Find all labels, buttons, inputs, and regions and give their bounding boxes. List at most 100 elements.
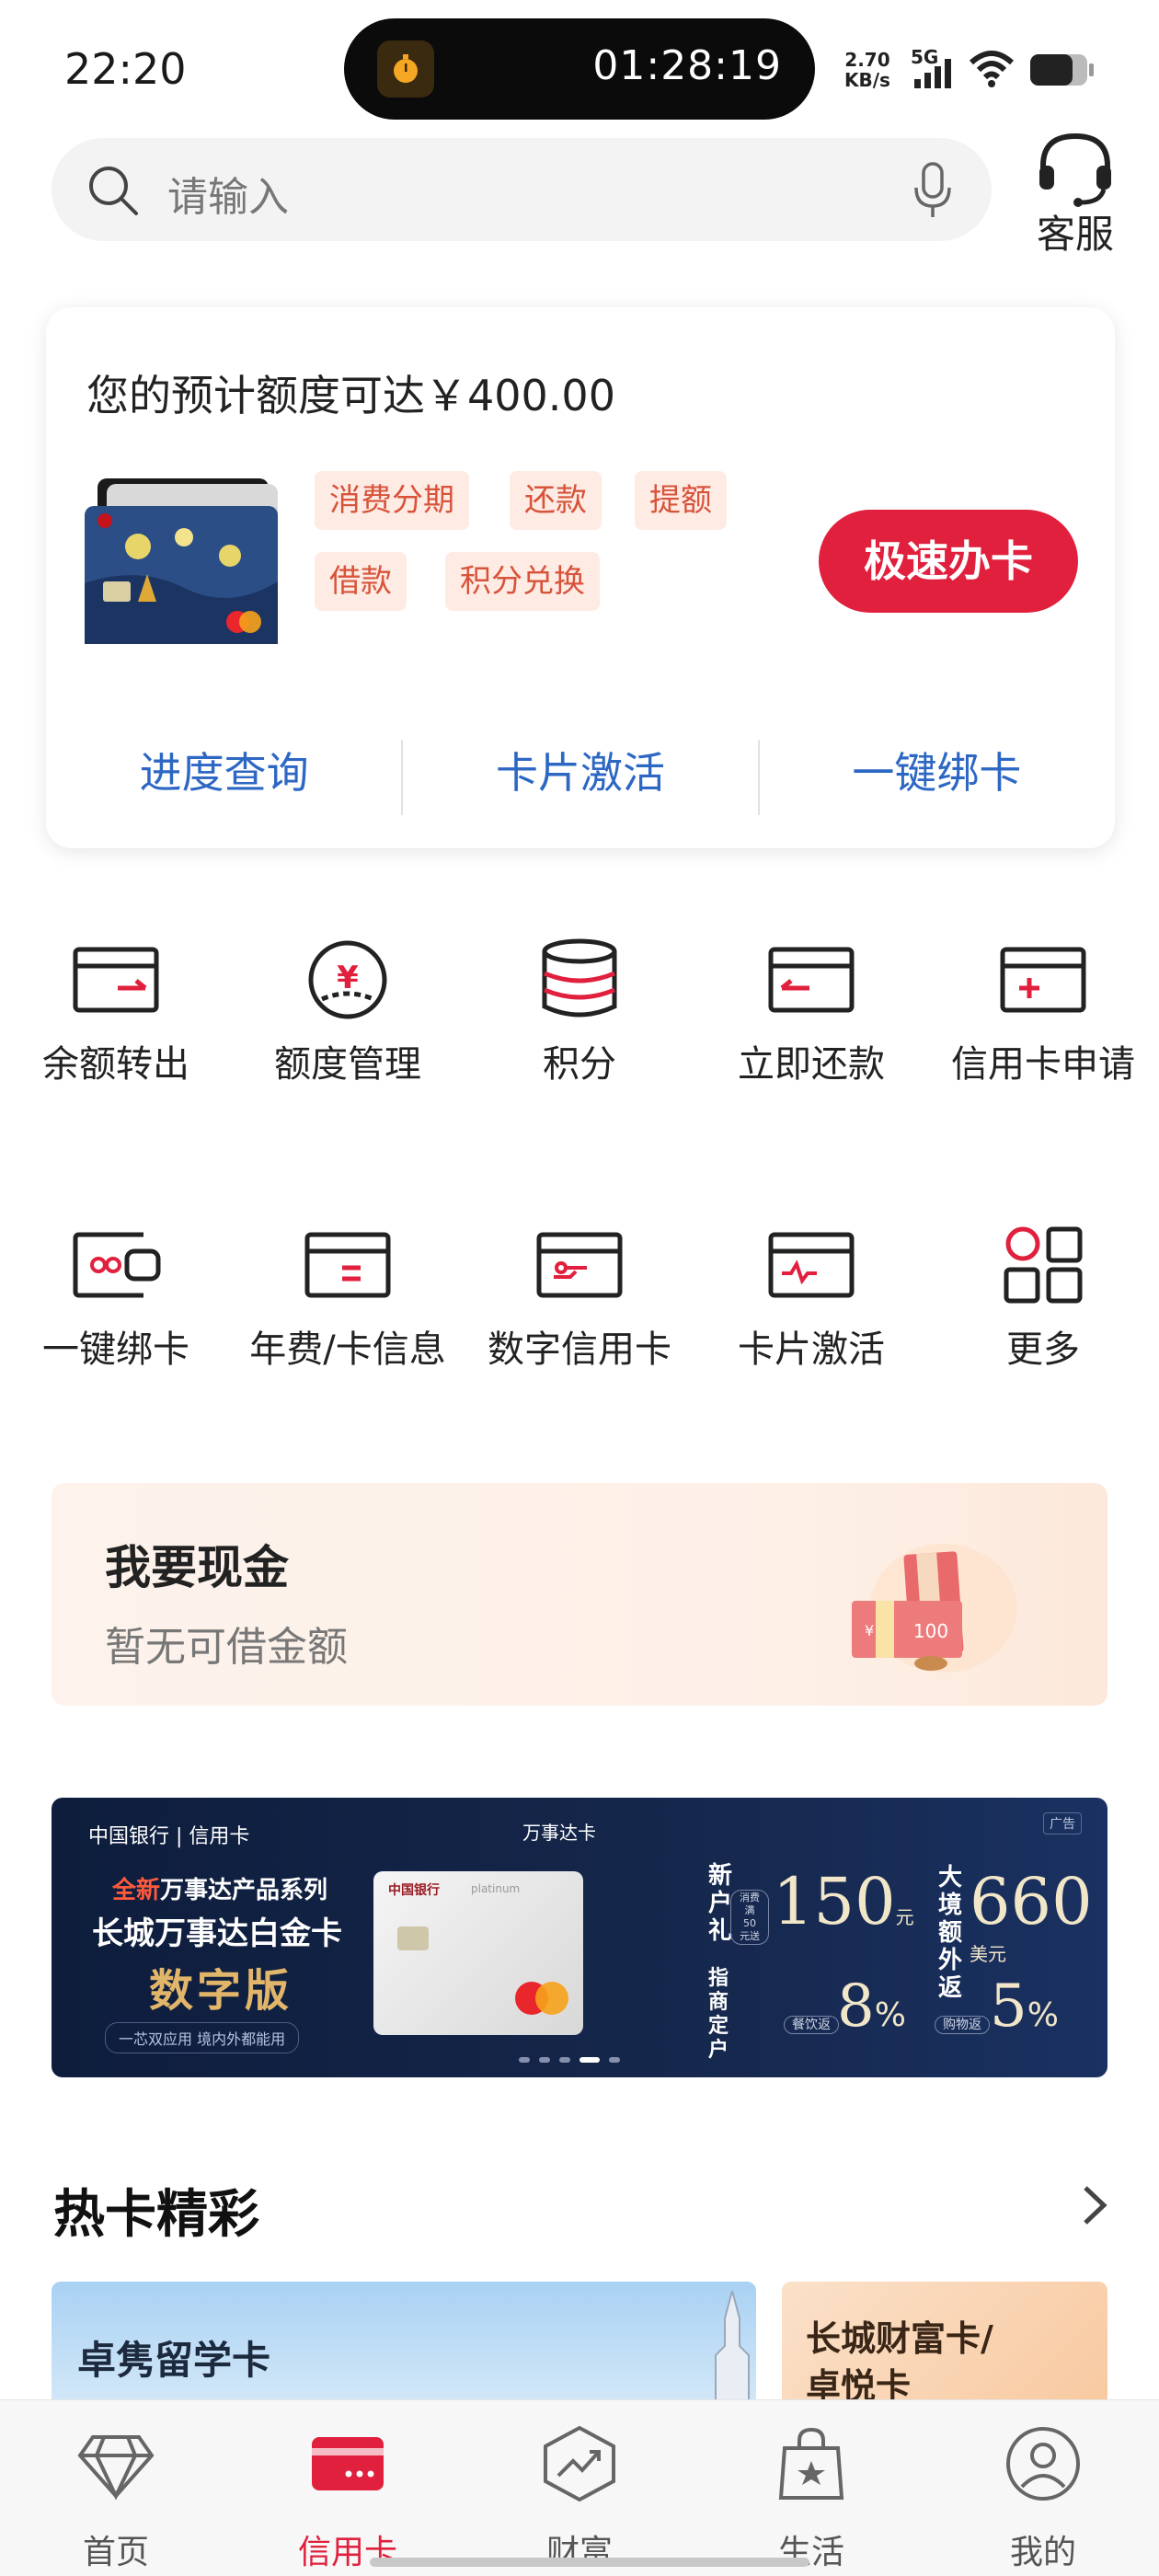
- grid-label: 信用卡申请: [951, 1043, 1135, 1086]
- status-bar: 22:20 01:28:19 2.70 KB/s 5G: [0, 0, 1159, 138]
- cash-loan-banner[interactable]: 我要现金 暂无可借金额 100 ¥: [52, 1483, 1107, 1706]
- search-bar[interactable]: 请输入: [52, 138, 992, 241]
- carousel-dot[interactable]: [539, 2057, 550, 2063]
- ad-card-brand: 中国银行: [388, 1883, 440, 1898]
- bind-card-icon: [73, 1232, 161, 1298]
- one-click-bind-link[interactable]: 一键绑卡: [759, 727, 1115, 819]
- ad-gift-amount: 150元: [773, 1864, 914, 1939]
- status-time: 22:20: [64, 44, 187, 94]
- tab-wealth[interactable]: 财富: [464, 2424, 695, 2573]
- grid-annual-fee[interactable]: 年费/卡信息: [232, 1224, 464, 1373]
- service-label: 客服: [1036, 212, 1114, 257]
- grid-label: 余额转出: [42, 1043, 189, 1086]
- ad-shopping-rate: 5%: [990, 1972, 1059, 2041]
- ad-card-level: platinum: [471, 1882, 521, 1895]
- grid-label: 一键绑卡: [42, 1328, 189, 1371]
- ad-series: 全新万事达产品系列: [112, 1871, 327, 1905]
- ad-series-text: 万事达产品系列: [160, 1877, 328, 1904]
- card-activation-link[interactable]: 卡片激活: [402, 727, 758, 819]
- svg-text:¥: ¥: [865, 1622, 874, 1639]
- carousel-dot[interactable]: [519, 2057, 530, 2063]
- grid-points[interactable]: 积分: [464, 938, 695, 1087]
- carousel-dot[interactable]: [559, 2057, 570, 2063]
- tab-mine[interactable]: 我的: [927, 2424, 1159, 2573]
- net-speed-unit: KB/s: [844, 69, 890, 91]
- tag-installment[interactable]: 消费分期: [315, 471, 469, 530]
- ad-dining-rate: 8%: [837, 1972, 906, 2041]
- ad-shopping-rate-value: 5: [990, 1972, 1027, 2041]
- tab-life[interactable]: 生活: [695, 2424, 927, 2573]
- grid-label: 更多: [1006, 1328, 1080, 1371]
- wifi-icon: [969, 51, 1015, 87]
- carousel-dot[interactable]: [609, 2057, 620, 2063]
- chip-icon: [397, 1926, 429, 1950]
- ad-gift-amount-value: 150: [773, 1864, 896, 1939]
- grid-balance-transfer[interactable]: 余额转出: [0, 938, 232, 1087]
- divider: [758, 740, 760, 815]
- grid-label: 卡片激活: [738, 1328, 885, 1371]
- ad-edition: 数字版: [149, 1965, 293, 2017]
- ad-cashback-label-text: 大境额外返: [938, 1864, 963, 2002]
- dynamic-island[interactable]: 01:28:19: [344, 18, 815, 120]
- ad-card-image: 中国银行 platinum: [373, 1871, 583, 2035]
- tower-image: [715, 2291, 750, 2410]
- diamond-icon: [77, 2435, 155, 2501]
- grid-label: 积分: [543, 1043, 616, 1086]
- microphone-icon[interactable]: [911, 162, 955, 219]
- wealth-chart-icon: [544, 2425, 615, 2502]
- tag-repay[interactable]: 还款: [510, 471, 602, 530]
- ad-slogan: 一芯双应用 境内外都能用: [105, 2022, 300, 2053]
- grid-card-activation[interactable]: 卡片激活: [695, 1224, 927, 1373]
- grid-more[interactable]: 更多: [927, 1224, 1159, 1373]
- tab-credit-card[interactable]: 信用卡: [232, 2424, 464, 2573]
- tag-borrow[interactable]: 借款: [315, 552, 407, 611]
- carousel-dot-active[interactable]: [580, 2057, 600, 2063]
- tag-points-exchange[interactable]: 积分兑换: [445, 552, 600, 611]
- timer-readout: 01:28:19: [592, 42, 782, 89]
- ad-percent: %: [874, 1996, 906, 2034]
- svg-text:100: 100: [913, 1620, 948, 1642]
- ad-gift-condition: 消费满50元送: [730, 1890, 769, 1945]
- battery-icon: [1030, 54, 1094, 86]
- ad-cashback-amount-value: 660: [970, 1864, 1093, 1939]
- progress-query-link[interactable]: 进度查询: [46, 727, 402, 819]
- ad-cashback-amount: 660 美元: [970, 1864, 1107, 1966]
- hot-card-wealth[interactable]: 长城财富卡/ 卓悦卡: [782, 2282, 1107, 2410]
- tab-home[interactable]: 首页: [0, 2424, 232, 2573]
- customer-service-button[interactable]: 客服: [1034, 129, 1117, 258]
- annual-fee-icon: [304, 1232, 391, 1298]
- ad-mastercard-label: 万事达卡: [522, 1822, 596, 1844]
- ad-banner[interactable]: 中国银行 | 信用卡 万事达卡 广告 全新万事达产品系列 长城万事达白金卡 数字…: [52, 1798, 1107, 2077]
- user-icon: [1006, 2427, 1080, 2501]
- ad-card-name: 长城万事达白金卡: [92, 1915, 342, 1952]
- fast-apply-button[interactable]: 极速办卡: [819, 510, 1078, 613]
- cash-title: 我要现金: [105, 1541, 289, 1594]
- grid-card-application[interactable]: 信用卡申请: [927, 938, 1159, 1087]
- grid-limit-management[interactable]: ¥ 额度管理: [232, 938, 464, 1087]
- balance-transfer-icon: [73, 947, 159, 1013]
- grid-label: 额度管理: [274, 1043, 421, 1086]
- tab-label: 首页: [82, 2534, 149, 2571]
- carousel-dots: [519, 2057, 620, 2063]
- signal-icon: [914, 59, 951, 88]
- hot-card-study-abroad[interactable]: 卓隽留学卡: [52, 2282, 756, 2410]
- ad-percent: %: [1027, 1996, 1059, 2034]
- ad-shopping-tag-text: 购物返: [935, 2016, 990, 2034]
- search-placeholder: 请输入: [167, 174, 289, 221]
- grid-one-click-bind[interactable]: 一键绑卡: [0, 1224, 232, 1373]
- chevron-right-icon[interactable]: [1076, 2182, 1113, 2228]
- stopwatch-icon: [377, 40, 434, 98]
- ad-cashback-label: 大境额外返: [938, 1864, 963, 2002]
- ad-dining-tag: 餐饮返: [784, 2015, 839, 2034]
- ad-gift-condition-text: 消费满50元送: [730, 1890, 769, 1945]
- tag-raise-limit[interactable]: 提额: [635, 471, 727, 530]
- grid-digital-card[interactable]: 数字信用卡: [464, 1224, 695, 1373]
- home-indicator[interactable]: [370, 2558, 809, 2567]
- limit-management-icon: ¥: [308, 940, 387, 1019]
- grid-repay-now[interactable]: 立即还款: [695, 938, 927, 1087]
- grid-label: 立即还款: [738, 1043, 885, 1086]
- repay-icon: [768, 947, 855, 1013]
- ad-cashback-unit: 美元: [970, 1943, 1006, 1965]
- estimated-limit-title: 您的预计额度可达￥400.00: [86, 371, 615, 420]
- hot-card1-title: 卓隽留学卡: [77, 2338, 271, 2383]
